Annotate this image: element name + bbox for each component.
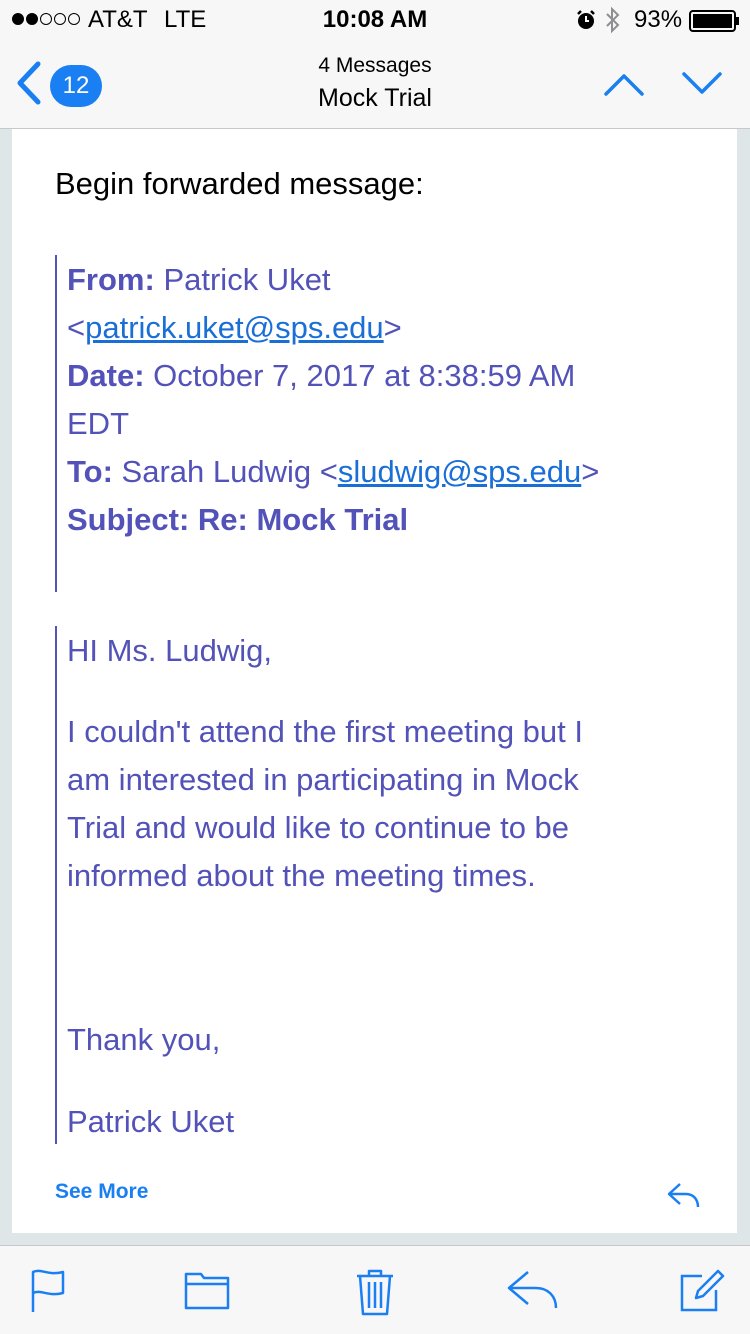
date-label: Date: [67, 358, 145, 393]
battery-percentage: 93% [634, 6, 683, 33]
to-name: Sarah Ludwig [121, 454, 312, 489]
battery-icon [689, 10, 741, 37]
previous-message-button[interactable] [602, 70, 646, 103]
folder-icon[interactable] [184, 1268, 230, 1315]
status-bar: AT&T LTE 10:08 AM 93% [0, 0, 750, 40]
subject-line: Subject: Re: Mock Trial [67, 502, 408, 538]
see-more-link[interactable]: See More [55, 1180, 148, 1204]
subject-label: Subject: [67, 502, 190, 537]
to-label: To: [67, 454, 113, 489]
trash-icon[interactable] [355, 1268, 395, 1321]
body-line: Trial and would like to continue to be [67, 810, 570, 845]
bluetooth-icon [604, 6, 622, 39]
date-timezone: EDT [67, 406, 129, 441]
greeting: HI Ms. Ludwig, [67, 633, 273, 668]
next-message-button[interactable] [680, 70, 724, 103]
alarm-icon [575, 9, 597, 36]
from-email-line: <patrick.uket@sps.edu> [67, 310, 402, 345]
quoted-header-bar [55, 255, 57, 592]
signature: Patrick Uket [67, 1104, 235, 1139]
from-email-link[interactable]: patrick.uket@sps.edu [85, 310, 384, 345]
navigation-bar: 12 4 Messages Mock Trial [0, 40, 750, 129]
compose-icon[interactable] [678, 1268, 726, 1319]
from-line: From: Patrick Uket [67, 262, 331, 298]
subject-value: Re: Mock Trial [197, 502, 409, 537]
body-line: I couldn't attend the first meeting but … [67, 714, 583, 749]
reply-icon[interactable] [666, 1180, 702, 1215]
from-name: Patrick Uket [163, 262, 331, 297]
to-email-link[interactable]: sludwig@sps.edu [338, 454, 581, 489]
date-value: October 7, 2017 at 8:38:59 AM [153, 358, 576, 393]
mail-message-screen: AT&T LTE 10:08 AM 93% 12 4 Messages Mock… [0, 0, 750, 1334]
from-label: From: [67, 262, 155, 297]
closing: Thank you, [67, 1022, 221, 1057]
forwarded-message-header: Begin forwarded message: [55, 166, 424, 201]
reply-icon[interactable] [506, 1268, 560, 1315]
to-line: To: Sarah Ludwig <sludwig@sps.edu> [67, 454, 600, 489]
body-line: am interested in participating in Mock [67, 762, 579, 797]
body-line: informed about the meeting times. [67, 858, 536, 893]
date-line: Date: October 7, 2017 at 8:38:59 AM [67, 358, 575, 394]
bottom-toolbar [0, 1245, 750, 1334]
quoted-body-bar [55, 626, 57, 1144]
flag-icon[interactable] [28, 1268, 68, 1319]
